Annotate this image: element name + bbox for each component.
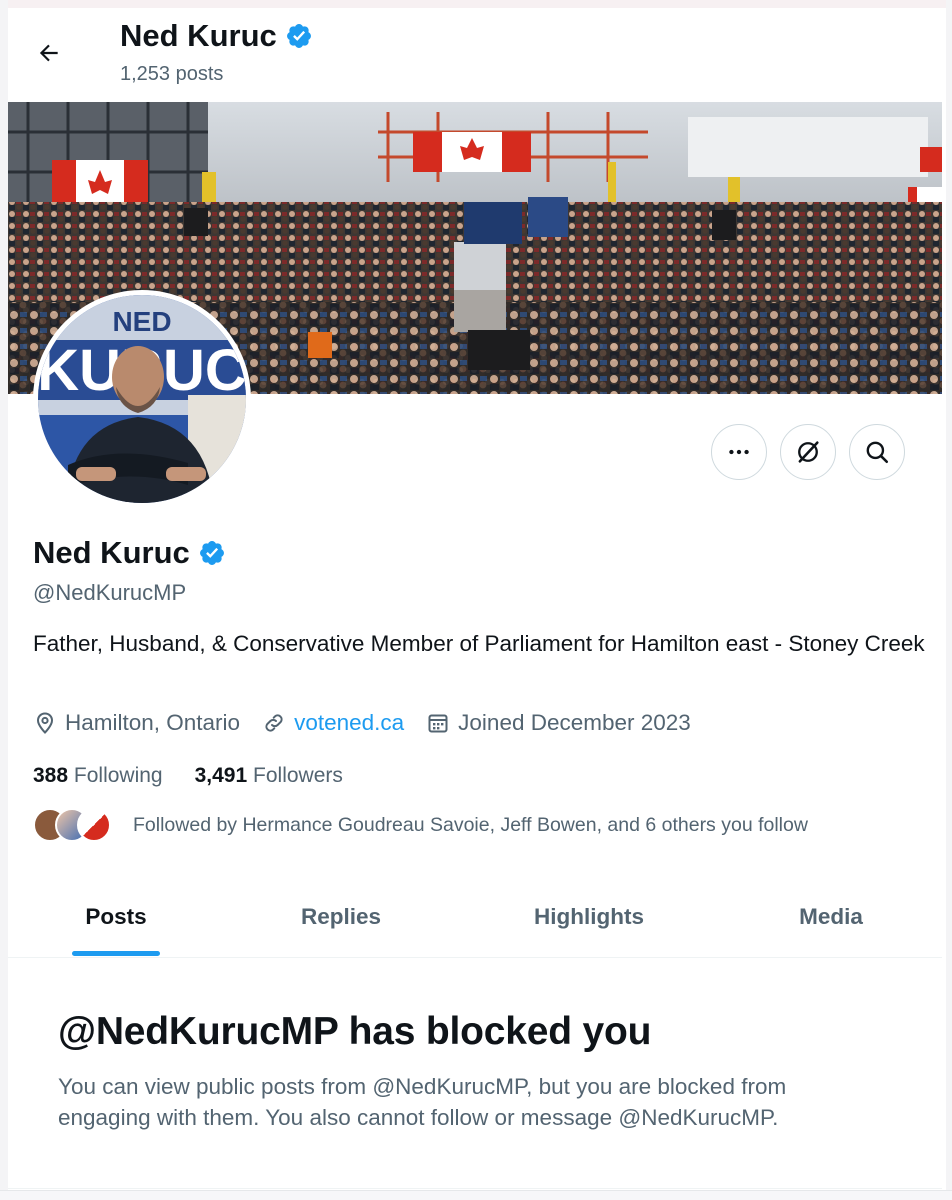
tab-label: Media xyxy=(799,904,863,929)
tab-media[interactable]: Media xyxy=(720,876,942,958)
tab-label: Replies xyxy=(300,904,382,929)
followers-count: 3,491 xyxy=(194,764,248,787)
location-text: Hamilton, Ontario xyxy=(65,710,241,735)
followers-label: Followers xyxy=(253,764,343,787)
profile-name-text: Ned Kuruc xyxy=(33,535,190,570)
header-title: Ned Kuruc xyxy=(120,18,313,54)
window-frame-bottom xyxy=(0,1190,952,1200)
location-pin-icon xyxy=(36,712,54,734)
profile-name: Ned Kuruc xyxy=(33,535,226,571)
website[interactable]: votened.ca xyxy=(262,710,404,736)
link-icon xyxy=(265,714,283,732)
following-label: Following xyxy=(73,764,163,787)
tab-highlights[interactable]: Highlights xyxy=(458,876,720,958)
blocked-title: @NedKurucMP has blocked you xyxy=(58,1010,652,1053)
active-tab-indicator xyxy=(72,951,160,956)
followed-by[interactable]: Followed by Hermance Goudreau Savoie, Je… xyxy=(33,808,808,842)
search-profile-button[interactable] xyxy=(849,424,905,480)
verified-badge-icon xyxy=(286,24,311,48)
avatar-photo: NED KURUC xyxy=(38,295,246,503)
search-icon xyxy=(866,441,889,464)
tab-replies[interactable]: Replies xyxy=(224,876,458,958)
tab-posts[interactable]: Posts xyxy=(8,876,224,958)
verified-badge-icon[interactable] xyxy=(198,539,226,567)
follow-counts: 388 Following 3,491 Followers xyxy=(33,764,343,788)
location: Hamilton, Ontario xyxy=(33,710,240,736)
profile-bio: Father, Husband, & Conservative Member o… xyxy=(33,631,925,656)
calendar-icon xyxy=(428,714,448,733)
followers-link[interactable]: 3,491 Followers xyxy=(195,764,343,788)
back-button[interactable] xyxy=(28,32,70,74)
arrow-left-icon xyxy=(39,44,58,62)
blocked-message: You can view public posts from @NedKuruc… xyxy=(58,1074,787,1130)
more-icon xyxy=(729,449,749,455)
header-posts-count: 1,253 posts xyxy=(120,63,224,85)
tab-label: Posts xyxy=(85,904,147,929)
grok-button[interactable] xyxy=(780,424,836,480)
grok-icon xyxy=(798,441,819,463)
profile-handle: @NedKurucMP xyxy=(33,580,187,605)
divider xyxy=(8,1188,942,1189)
followed-by-text: Followed by Hermance Goudreau Savoie, Je… xyxy=(133,813,808,836)
following-count: 388 xyxy=(33,764,69,787)
header-name-text: Ned Kuruc xyxy=(120,18,277,53)
more-options-button[interactable] xyxy=(711,424,767,480)
join-date: Joined December 2023 xyxy=(426,710,691,736)
window-frame-top xyxy=(0,0,952,8)
follower-avatar xyxy=(77,808,111,842)
following-link[interactable]: 388 Following xyxy=(33,764,163,788)
window-frame-left xyxy=(0,0,8,1200)
profile-avatar[interactable]: NED KURUC xyxy=(33,290,251,508)
join-date-text: Joined December 2023 xyxy=(458,710,691,735)
tab-label: Highlights xyxy=(534,904,644,929)
profile-meta: Hamilton, Ontario votened.ca Joined Dece… xyxy=(33,710,713,736)
window-frame-right xyxy=(946,0,952,1200)
website-link[interactable]: votened.ca xyxy=(294,710,404,736)
profile-tabs: Posts Replies Highlights Media xyxy=(8,876,942,958)
avatar-sign-top: NED xyxy=(112,306,171,337)
